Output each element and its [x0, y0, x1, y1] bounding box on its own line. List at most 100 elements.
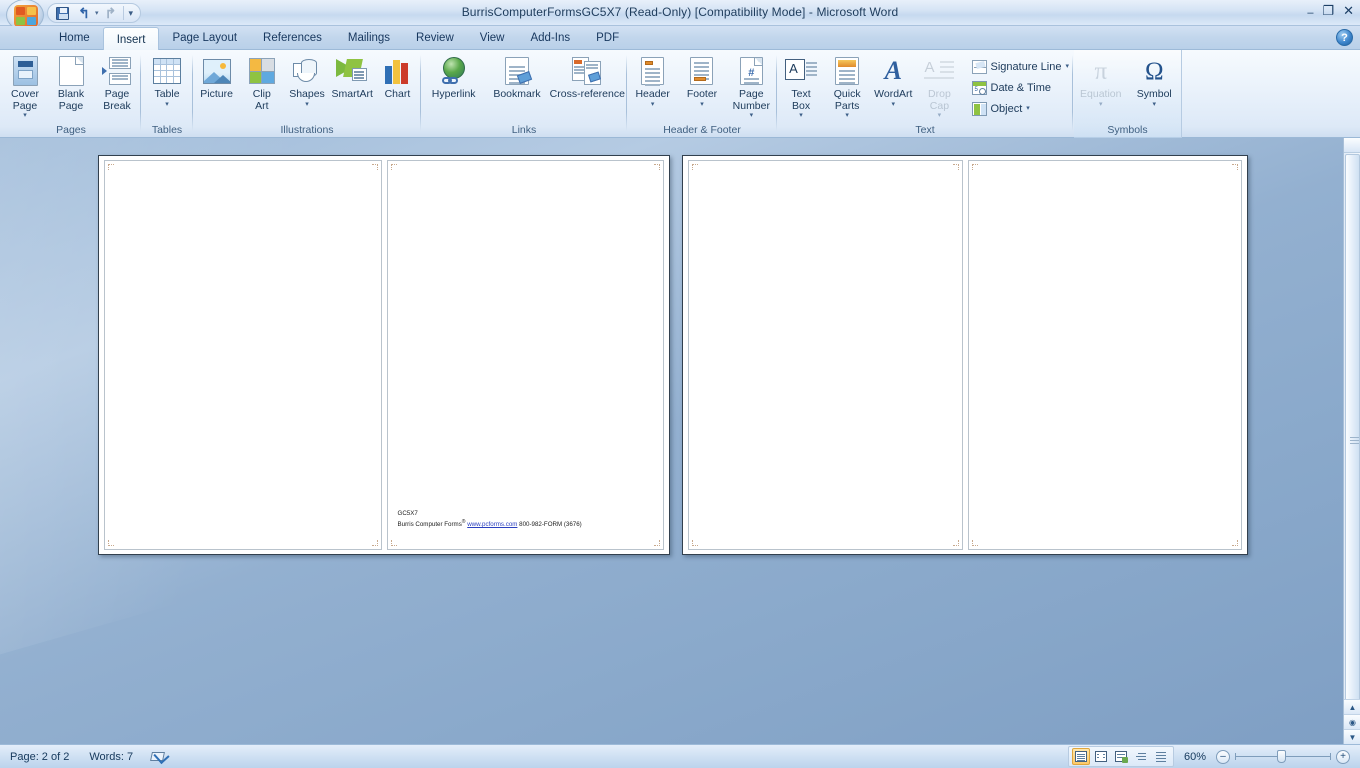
help-icon[interactable]: ? [1336, 29, 1353, 46]
tab-pdf[interactable]: PDF [583, 26, 632, 50]
page-number-button[interactable]: # Page Number ▾ [727, 53, 776, 119]
footer-button[interactable]: Footer ▾ [677, 53, 726, 108]
symbol-dropdown-icon[interactable]: ▾ [1152, 101, 1156, 108]
object-button[interactable]: Object ▾ [969, 98, 1072, 119]
zoom-slider-thumb[interactable] [1277, 750, 1286, 763]
registered-mark: ® [461, 518, 466, 525]
cross-reference-button[interactable]: Cross-reference [549, 53, 625, 101]
blank-page-icon [58, 55, 84, 87]
drop-cap-dropdown-icon: ▾ [937, 112, 942, 119]
draft-view-button[interactable] [1152, 748, 1170, 765]
document-canvas[interactable]: GC5X7 Burris Computer Forms® www.pcforms… [0, 138, 1360, 744]
page-spread-2[interactable] [682, 155, 1248, 555]
cover-page-dropdown-icon[interactable]: ▾ [23, 112, 27, 119]
header-label: Header [635, 88, 670, 100]
picture-button[interactable]: Picture [194, 53, 239, 101]
minimize-button[interactable]: – [1307, 8, 1313, 19]
ribbon-group-symbols: π Equation ▾ Ω Symbol ▾ Symbols [1074, 50, 1182, 138]
wordart-button[interactable]: A WordArt ▾ [870, 53, 916, 108]
date-time-button[interactable]: 5 Date & Time [969, 77, 1072, 98]
symbol-button[interactable]: Ω Symbol ▾ [1128, 53, 1180, 108]
select-browse-object-button[interactable]: ◉ [1344, 714, 1360, 729]
text-box-button[interactable]: A Text Box ▾ [778, 53, 824, 119]
form-phone: 800-982-FORM (3676) [519, 521, 582, 528]
header-dropdown-icon[interactable]: ▾ [651, 101, 655, 108]
table-label: Table [154, 88, 180, 100]
smartart-label: SmartArt [331, 88, 373, 100]
tab-insert[interactable]: Insert [102, 27, 160, 50]
page-indicator[interactable]: Page: 2 of 2 [0, 745, 79, 768]
scrollbar-thumb[interactable] [1345, 154, 1360, 722]
group-separator [420, 55, 421, 131]
quick-parts-button[interactable]: Quick Parts ▾ [824, 53, 870, 119]
bookmark-button[interactable]: Bookmark [486, 53, 548, 101]
zoom-level[interactable]: 60% [1178, 751, 1212, 763]
object-dropdown-icon[interactable]: ▾ [1026, 105, 1030, 112]
close-button[interactable]: ✕ [1343, 4, 1354, 17]
signature-line-dropdown-icon[interactable]: ▾ [1065, 63, 1069, 70]
tab-add-ins[interactable]: Add-Ins [517, 26, 583, 50]
ribbon-group-tables: Table ▾ Tables [142, 50, 192, 138]
zoom-slider[interactable]: – + [1216, 749, 1350, 764]
tab-home[interactable]: Home [46, 26, 103, 50]
blank-page-button[interactable]: Blank Page [48, 53, 94, 112]
ribbon-group-text: A Text Box ▾ Quick Parts ▾ A WordArt ▾ A… [778, 50, 1072, 138]
document-page-right-2[interactable] [967, 160, 1242, 550]
form-website-link[interactable]: www.pcforms.com [467, 521, 517, 528]
ribbon-group-links: Hyperlink Bookmark Cross-reference Links [422, 50, 626, 138]
page-spread-1[interactable]: GC5X7 Burris Computer Forms® www.pcforms… [98, 155, 670, 555]
clip-art-button[interactable]: Clip Art [239, 53, 284, 112]
tab-mailings[interactable]: Mailings [335, 26, 403, 50]
tab-review[interactable]: Review [403, 26, 467, 50]
proofing-errors-icon[interactable] [143, 745, 176, 768]
hyperlink-button[interactable]: Hyperlink [423, 53, 485, 101]
shapes-button[interactable]: Shapes ▾ [284, 53, 329, 108]
chart-button[interactable]: Chart [375, 53, 420, 101]
word-count[interactable]: Words: 7 [79, 745, 143, 768]
zoom-track[interactable] [1235, 750, 1331, 763]
full-screen-reading-icon [1094, 751, 1107, 762]
page-break-button[interactable]: Page Break [94, 53, 140, 112]
scroll-up-button[interactable] [1344, 138, 1360, 153]
document-page-left-1[interactable] [104, 160, 382, 550]
group-separator [626, 55, 627, 131]
signature-line-button[interactable]: Signature Line ▾ [969, 56, 1072, 77]
tab-view[interactable]: View [467, 26, 518, 50]
page-number-label: Page Number [732, 88, 770, 112]
group-label-header-footer: Header & Footer [663, 124, 741, 136]
view-buttons [1067, 746, 1174, 767]
group-label-tables: Tables [151, 124, 183, 136]
document-page-left-2[interactable] [688, 160, 963, 550]
quick-parts-dropdown-icon[interactable]: ▾ [845, 112, 849, 119]
group-label-links: Links [511, 124, 537, 136]
signature-line-label: Signature Line [990, 60, 1062, 73]
page-number-dropdown-icon[interactable]: ▾ [750, 112, 754, 119]
web-layout-view-button[interactable] [1112, 748, 1130, 765]
header-button[interactable]: Header ▾ [628, 53, 677, 108]
text-box-dropdown-icon[interactable]: ▾ [799, 112, 803, 119]
print-layout-view-button[interactable] [1071, 748, 1090, 765]
tab-page-layout[interactable]: Page Layout [159, 26, 250, 50]
table-button[interactable]: Table ▾ [142, 53, 192, 108]
previous-page-button[interactable]: ▲ [1344, 699, 1360, 714]
outline-view-button[interactable] [1132, 748, 1150, 765]
restore-button[interactable]: ❐ [1322, 4, 1334, 17]
vertical-scrollbar[interactable]: ▲ ◉ ▼ [1343, 138, 1360, 744]
symbol-label: Symbol [1136, 88, 1172, 100]
page-break-icon [102, 55, 132, 87]
document-page-right-1[interactable]: GC5X7 Burris Computer Forms® www.pcforms… [386, 160, 664, 550]
table-dropdown-icon[interactable]: ▾ [165, 101, 169, 108]
cover-page-icon [12, 55, 38, 87]
tab-references[interactable]: References [250, 26, 335, 50]
smartart-button[interactable]: SmartArt [330, 53, 375, 101]
zoom-out-button[interactable]: – [1216, 749, 1230, 764]
full-screen-reading-view-button[interactable] [1092, 748, 1110, 765]
cover-page-button[interactable]: Cover Page ▾ [2, 53, 48, 119]
next-page-button[interactable]: ▼ [1344, 729, 1360, 744]
footer-icon [690, 55, 714, 87]
blank-page-label: Blank Page [57, 88, 85, 112]
footer-dropdown-icon[interactable]: ▾ [700, 101, 704, 108]
wordart-dropdown-icon[interactable]: ▾ [892, 101, 896, 108]
zoom-in-button[interactable]: + [1336, 749, 1350, 764]
shapes-dropdown-icon[interactable]: ▾ [305, 101, 309, 108]
